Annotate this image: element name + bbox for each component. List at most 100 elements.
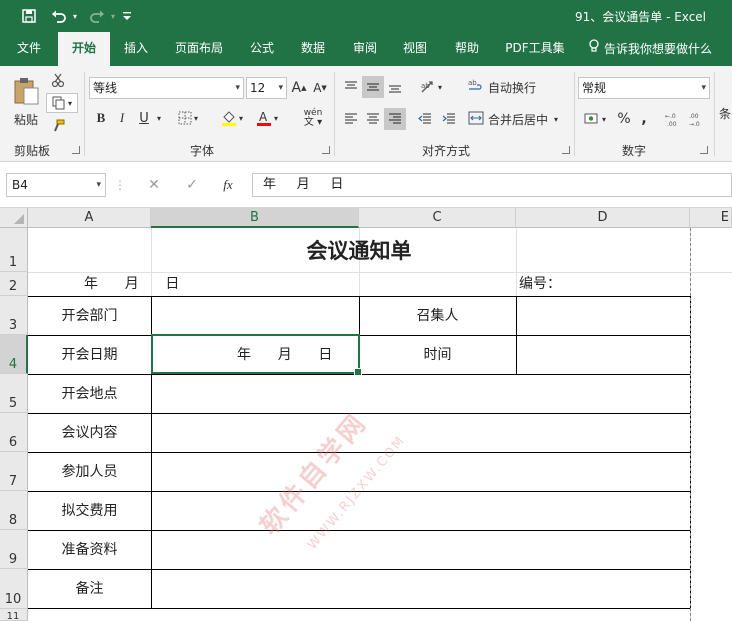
cancel-icon[interactable]: ✕ — [142, 175, 166, 195]
decrease-indent-icon[interactable] — [414, 108, 436, 130]
label-dept[interactable]: 开会部门 — [28, 297, 151, 335]
percent-style-button[interactable]: % — [614, 108, 634, 130]
fill-color-icon[interactable]: ▾ — [218, 108, 246, 128]
row-header-9[interactable]: 9 — [0, 530, 28, 569]
label-convener[interactable]: 召集人 — [359, 297, 516, 335]
undo-icon[interactable] — [48, 6, 70, 26]
align-top-icon[interactable] — [340, 76, 362, 98]
row-header-5[interactable]: 5 — [0, 374, 28, 413]
underline-button[interactable]: U — [135, 108, 153, 128]
font-color-icon[interactable]: A ▾ — [252, 108, 282, 128]
format-painter-icon[interactable] — [48, 116, 68, 136]
row-header-4[interactable]: 4 — [0, 335, 28, 374]
phonetic-guide-icon[interactable]: wén 文 ▾ — [296, 106, 330, 130]
selected-cell-b4[interactable] — [151, 334, 362, 376]
more-options-icon[interactable]: ⋮ — [114, 175, 126, 195]
copy-icon[interactable]: ▾ — [46, 93, 78, 113]
insert-function-icon[interactable]: fx — [216, 175, 240, 195]
tab-view[interactable]: 视图 — [394, 32, 436, 66]
cut-icon[interactable] — [48, 70, 68, 90]
label-date[interactable]: 开会日期 — [28, 336, 151, 374]
ribbon-tabs: 文件 开始 插入 页面布局 公式 数据 审阅 视图 帮助 PDF工具集 告诉我你… — [0, 32, 732, 66]
row-header-2[interactable]: 2 — [0, 272, 28, 296]
label-remarks[interactable]: 备注 — [28, 570, 151, 608]
label-time[interactable]: 时间 — [359, 336, 516, 374]
gridline — [516, 272, 517, 296]
increase-decimal-icon[interactable]: ←.0.00 — [664, 108, 684, 130]
align-left-icon[interactable] — [340, 108, 362, 130]
svg-text:.00: .00 — [667, 121, 677, 127]
title-bar: ▾ ▾ 91、会议通告单 - Excel — [0, 0, 732, 32]
redo-icon[interactable] — [86, 6, 108, 26]
date-line[interactable]: 年 月 日 — [84, 274, 344, 294]
tab-insert[interactable]: 插入 — [116, 32, 156, 66]
increase-indent-icon[interactable] — [438, 108, 460, 130]
column-header-e[interactable]: E — [690, 208, 732, 228]
tab-page-layout[interactable]: 页面布局 — [168, 32, 230, 66]
comma-style-button[interactable]: , — [636, 108, 652, 130]
tab-formulas[interactable]: 公式 — [242, 32, 282, 66]
orientation-icon[interactable]: ab ▾ — [414, 76, 448, 98]
accounting-format-icon[interactable]: ▾ — [580, 108, 610, 130]
alignment-launcher-icon[interactable] — [562, 146, 570, 154]
tab-home[interactable]: 开始 — [58, 32, 110, 66]
conditional-format-button[interactable]: 条 — [718, 102, 732, 124]
svg-text:A: A — [259, 110, 268, 124]
font-size-select[interactable]: 12 ▾ — [246, 77, 287, 99]
number-label[interactable]: 编号： — [519, 274, 619, 294]
clipboard-launcher-icon[interactable] — [72, 146, 80, 154]
sheet-title[interactable]: 会议通知单 — [28, 236, 690, 266]
column-header-c[interactable]: C — [359, 208, 516, 228]
save-icon[interactable] — [18, 6, 40, 26]
formula-input[interactable]: 年 月 日 — [252, 173, 732, 197]
row-header-11[interactable]: 11 — [0, 609, 28, 621]
row-header-7[interactable]: 7 — [0, 452, 28, 491]
font-launcher-icon[interactable] — [322, 146, 330, 154]
font-name-select[interactable]: 等线 ▾ — [89, 77, 244, 99]
tab-help[interactable]: 帮助 — [446, 32, 488, 66]
decrease-decimal-icon[interactable]: .00 →.0 — [688, 108, 708, 130]
number-launcher-icon[interactable] — [700, 146, 708, 154]
bold-button[interactable]: B — [92, 108, 110, 128]
merge-center-button[interactable]: 合并后居中 ▾ — [468, 108, 570, 130]
label-attendees[interactable]: 参加人员 — [28, 453, 151, 491]
tab-data[interactable]: 数据 — [292, 32, 334, 66]
name-box[interactable]: B4 ▾ — [6, 173, 106, 197]
label-fees[interactable]: 拟交费用 — [28, 492, 151, 530]
row-header-3[interactable]: 3 — [0, 296, 28, 335]
redo-dropdown-icon[interactable]: ▾ — [108, 6, 118, 26]
column-header-b[interactable]: B — [151, 208, 359, 228]
increase-font-size-icon[interactable]: A ▲ — [290, 77, 308, 99]
undo-dropdown-icon[interactable]: ▾ — [70, 6, 80, 26]
tab-file[interactable]: 文件 — [8, 32, 50, 66]
align-center-icon[interactable] — [362, 108, 384, 130]
number-format-select[interactable]: 常规 ▾ — [578, 77, 710, 99]
row-header-6[interactable]: 6 — [0, 413, 28, 452]
align-right-icon[interactable] — [384, 108, 406, 130]
row-header-1[interactable]: 1 — [0, 228, 28, 272]
tell-me-search[interactable]: 告诉我你想要做什么 — [588, 32, 712, 66]
decrease-font-size-icon[interactable]: A ▼ — [311, 77, 329, 99]
column-header-a[interactable]: A — [28, 208, 151, 228]
row-header-10[interactable]: 10 — [0, 569, 28, 609]
paste-button[interactable]: 粘贴 — [8, 72, 44, 132]
select-all-button[interactable] — [0, 208, 28, 228]
label-materials[interactable]: 准备资料 — [28, 531, 151, 569]
column-header-d[interactable]: D — [516, 208, 690, 228]
table-border — [516, 296, 517, 374]
tab-pdf-tools[interactable]: PDF工具集 — [500, 32, 570, 66]
row-header-8[interactable]: 8 — [0, 491, 28, 530]
customize-quick-access-icon[interactable] — [120, 6, 134, 26]
borders-icon[interactable]: ▾ — [176, 108, 200, 128]
enter-icon[interactable]: ✓ — [180, 175, 204, 195]
underline-dropdown-icon[interactable]: ▾ — [154, 108, 164, 128]
group-divider — [84, 72, 85, 156]
align-middle-icon[interactable] — [362, 76, 384, 98]
label-content[interactable]: 会议内容 — [28, 414, 151, 452]
italic-button[interactable]: I — [113, 108, 131, 128]
label-place[interactable]: 开会地点 — [28, 375, 151, 413]
align-bottom-icon[interactable] — [384, 76, 406, 98]
tell-me-label: 告诉我你想要做什么 — [604, 42, 713, 56]
tab-review[interactable]: 审阅 — [344, 32, 386, 66]
wrap-text-button[interactable]: ab 自动换行 — [468, 76, 544, 98]
